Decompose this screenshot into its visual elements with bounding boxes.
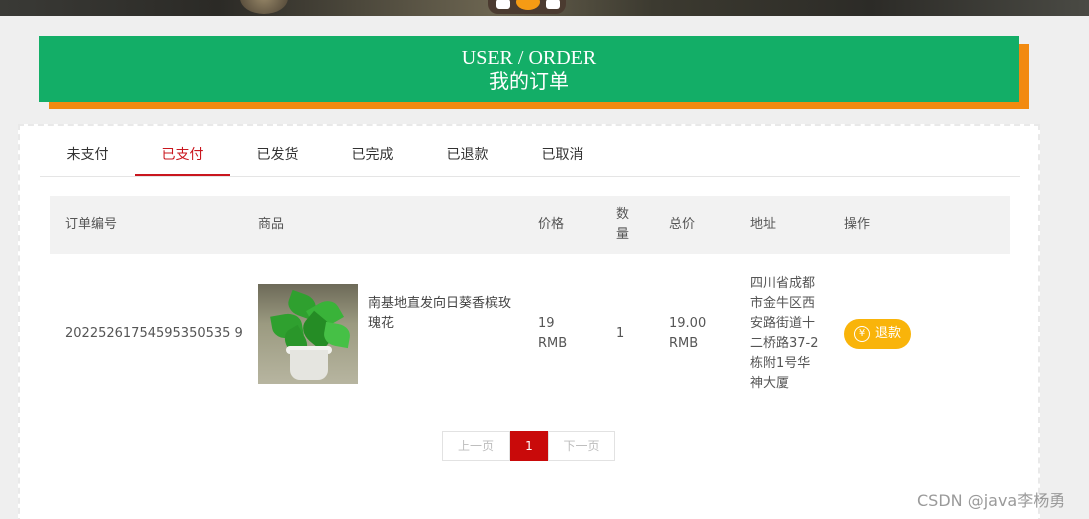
banner-image bbox=[240, 0, 288, 14]
orders-table: 订单编号 商品 价格 数量 总价 地址 操作 20225261754595350… bbox=[50, 196, 1010, 414]
page-title-cn: 我的订单 bbox=[489, 69, 569, 93]
product-name[interactable]: 南基地直发向日葵香槟玫瑰花 bbox=[368, 284, 518, 334]
header-address: 地址 bbox=[750, 217, 777, 232]
price-cell: 19 RMB bbox=[523, 254, 601, 414]
prev-page-button[interactable]: 上一页 bbox=[442, 431, 510, 461]
qty-cell: 1 bbox=[616, 326, 625, 341]
watermark: CSDN @java李杨勇 bbox=[917, 491, 1066, 510]
header-qty-label: 数量 bbox=[616, 207, 630, 242]
address-cell: 四川省成都市金牛区西安路街道十二桥路37-2栋附1号华神大厦 bbox=[735, 254, 829, 414]
yen-circle-icon: ¥ bbox=[854, 326, 870, 342]
order-number-text: 20225261754595350535 9 bbox=[65, 326, 243, 341]
next-page-button[interactable]: 下一页 bbox=[548, 431, 615, 461]
page-title: USER / ORDER 我的订单 bbox=[39, 36, 1019, 102]
table-row: 20225261754595350535 9 南基地直发向日葵香槟玫瑰花 19 … bbox=[50, 254, 1010, 414]
header-total: 总价 bbox=[669, 217, 696, 232]
current-page-button[interactable]: 1 bbox=[510, 431, 548, 461]
refund-button-label: 退款 bbox=[875, 326, 902, 341]
refund-button[interactable]: ¥ 退款 bbox=[844, 319, 912, 349]
page-title-en: USER / ORDER bbox=[461, 47, 597, 69]
header-action: 操作 bbox=[844, 217, 871, 232]
product-cell: 南基地直发向日葵香槟玫瑰花 bbox=[243, 254, 523, 414]
product-image[interactable] bbox=[258, 284, 358, 384]
tab-paid[interactable]: 已支付 bbox=[135, 134, 230, 176]
carousel-indicators bbox=[488, 0, 566, 14]
orders-panel: 未支付 已支付 已发货 已完成 已退款 已取消 订单编号 商品 价格 数量 总价… bbox=[18, 124, 1040, 519]
carousel-dot-active[interactable] bbox=[516, 0, 540, 10]
carousel-dot[interactable] bbox=[546, 0, 560, 9]
table-header-row: 订单编号 商品 价格 数量 总价 地址 操作 bbox=[50, 196, 1010, 254]
header-qty: 数量 bbox=[601, 196, 654, 254]
header-price: 价格 bbox=[538, 217, 565, 232]
total-text: 19.00 RMB bbox=[669, 316, 707, 351]
address-text: 四川省成都市金牛区西安路街道十二桥路37-2栋附1号华神大厦 bbox=[750, 276, 819, 391]
tab-cancelled[interactable]: 已取消 bbox=[515, 134, 610, 176]
order-number: 20225261754595350535 9 bbox=[50, 254, 243, 414]
tab-unpaid[interactable]: 未支付 bbox=[40, 134, 135, 176]
tab-shipped[interactable]: 已发货 bbox=[230, 134, 325, 176]
top-banner bbox=[0, 0, 1089, 16]
order-status-tabs: 未支付 已支付 已发货 已完成 已退款 已取消 bbox=[40, 134, 1020, 177]
header-product: 商品 bbox=[258, 217, 285, 232]
price-text: 19 RMB bbox=[538, 316, 568, 351]
pagination: 上一页 1 下一页 bbox=[442, 431, 615, 461]
tab-completed[interactable]: 已完成 bbox=[325, 134, 420, 176]
total-cell: 19.00 RMB bbox=[654, 254, 735, 414]
tab-refunded[interactable]: 已退款 bbox=[420, 134, 515, 176]
carousel-dot[interactable] bbox=[496, 0, 510, 9]
header-order-no: 订单编号 bbox=[65, 217, 118, 232]
action-cell: ¥ 退款 bbox=[829, 254, 1010, 414]
